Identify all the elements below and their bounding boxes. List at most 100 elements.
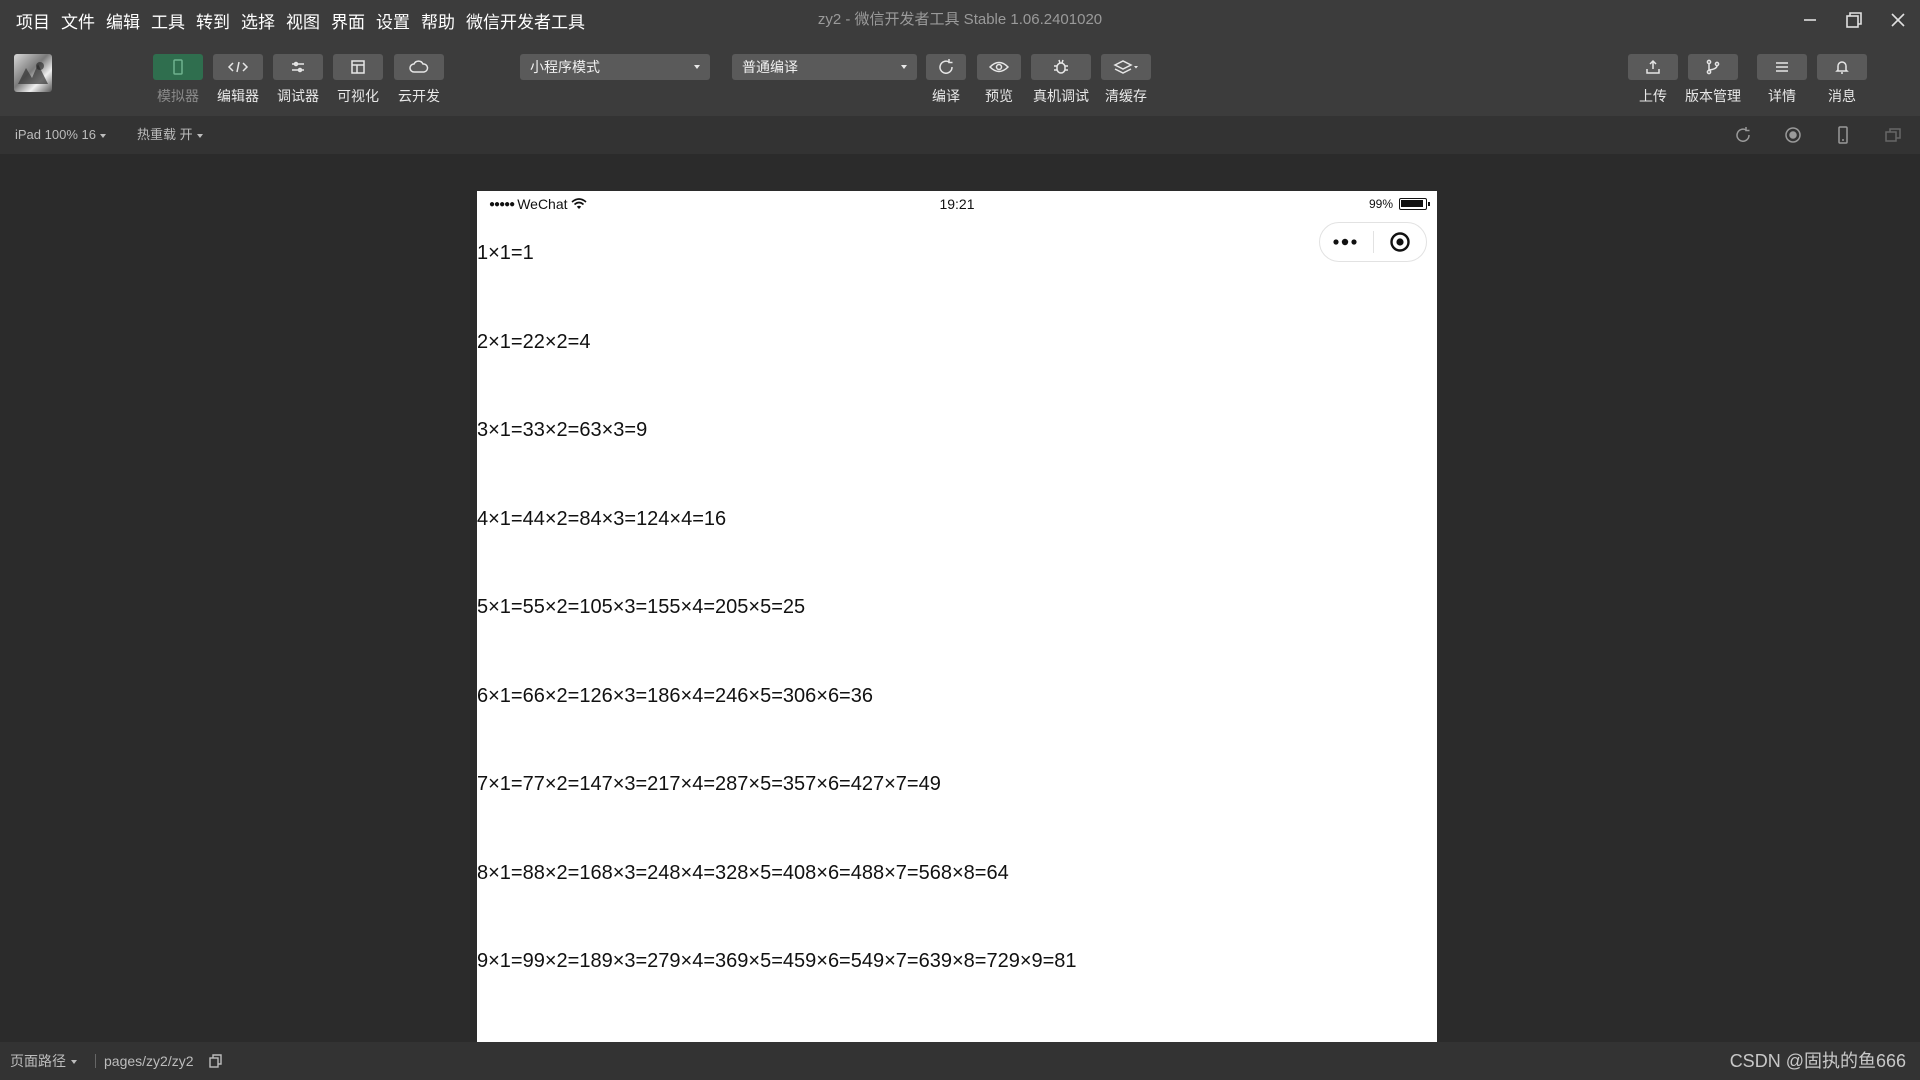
chevron-down-icon [901, 65, 907, 69]
cloud-tool[interactable]: 云开发 [394, 54, 444, 106]
toolbar: 模拟器 编辑器 调试器 可视化 云开发 小程序模式 普通编译 编译 预览 真机调… [0, 40, 1920, 116]
menu-tools[interactable]: 工具 [151, 8, 185, 33]
mode-select-value: 小程序模式 [530, 59, 600, 75]
menu-help[interactable]: 帮助 [421, 8, 455, 33]
simulator-subbar: iPad 100% 16 热重载 开 [0, 116, 1920, 154]
chevron-down-icon [99, 133, 106, 138]
menu-settings[interactable]: 设置 [376, 8, 410, 33]
rotate-button[interactable] [1733, 125, 1753, 145]
rotate-icon [1736, 127, 1750, 142]
csdn-watermark: CSDN @固执的鱼666 [1729, 1051, 1906, 1071]
hot-reload-toggle[interactable]: 热重载 开 [137, 116, 203, 154]
code-icon [227, 61, 249, 73]
menu-interface[interactable]: 界面 [331, 8, 365, 33]
device-frame-button[interactable] [1833, 125, 1853, 145]
restore-button[interactable] [1832, 0, 1876, 40]
mode-select[interactable]: 小程序模式 [520, 54, 710, 80]
clear-cache-tool[interactable]: 清缓存 [1101, 54, 1151, 106]
avatar[interactable] [14, 54, 52, 92]
menu-view[interactable]: 视图 [286, 8, 320, 33]
chevron-down-icon [71, 1060, 77, 1065]
table-row: 7×1=77×2=147×3=217×4=287×5=357×6=427×7=4… [477, 773, 941, 795]
layers-icon [1113, 60, 1138, 74]
menu-edit[interactable]: 编辑 [106, 8, 140, 33]
avatar-image-icon [18, 62, 48, 84]
messages-label: 消息 [1828, 88, 1856, 104]
visual-tool[interactable]: 可视化 [333, 54, 383, 106]
menu-project[interactable]: 项目 [16, 8, 50, 33]
page-path-menu[interactable]: 页面路径 [10, 1042, 77, 1080]
real-debug-label: 真机调试 [1033, 88, 1089, 104]
preview-button[interactable] [977, 54, 1021, 80]
upload-button[interactable] [1628, 54, 1678, 80]
simulator-screen[interactable]: ●●●●● WeChat 19:21 99% 1×1=1 2×1=22×2=4 … [477, 191, 1437, 1043]
version-label: 版本管理 [1685, 88, 1741, 104]
simulator-tool[interactable]: 模拟器 [153, 54, 203, 106]
menu-select[interactable]: 选择 [241, 8, 275, 33]
table-row: 1×1=1 [477, 242, 534, 264]
editor-tool[interactable]: 编辑器 [213, 54, 263, 106]
battery-icon [1399, 198, 1430, 210]
layout-icon [351, 60, 365, 74]
clear-cache-label: 清缓存 [1105, 88, 1147, 104]
compile-label: 编译 [932, 88, 960, 104]
record-button[interactable] [1783, 125, 1803, 145]
messages-tool[interactable]: 消息 [1817, 54, 1867, 106]
cloud-label: 云开发 [398, 88, 440, 104]
editor-button[interactable] [213, 54, 263, 80]
title-bar: 项目 文件 编辑 工具 转到 选择 视图 界面 设置 帮助 微信开发者工具 zy… [0, 0, 1920, 40]
window-copy-icon [1885, 128, 1901, 142]
devtools-window: 项目 文件 编辑 工具 转到 选择 视图 界面 设置 帮助 微信开发者工具 zy… [0, 0, 1920, 1080]
compile-button[interactable] [926, 54, 966, 80]
phone-icon [1838, 126, 1848, 144]
restore-icon [1846, 12, 1862, 28]
device-select[interactable]: iPad 100% 16 [15, 116, 106, 154]
bell-icon [1835, 61, 1849, 74]
bug-icon [1054, 59, 1068, 74]
close-icon [1891, 13, 1905, 27]
clear-cache-button[interactable] [1101, 54, 1151, 80]
details-button[interactable] [1757, 54, 1807, 80]
bottom-status-bar: 页面路径 pages/zy2/zy2 CSDN @固执的鱼666 [0, 1042, 1920, 1080]
minimize-button[interactable] [1788, 0, 1832, 40]
copy-path-button[interactable] [208, 1053, 224, 1069]
menu-goto[interactable]: 转到 [196, 8, 230, 33]
table-row: 8×1=88×2=168×3=248×4=328×5=408×6=488×7=5… [477, 861, 1009, 884]
version-tool[interactable]: 版本管理 [1685, 54, 1741, 106]
debugger-tool[interactable]: 调试器 [273, 54, 323, 106]
sliders-icon [292, 61, 304, 73]
hot-reload-value: 热重载 开 [137, 127, 193, 142]
simulator-workspace: ●●●●● WeChat 19:21 99% 1×1=1 2×1=22×2=4 … [0, 154, 1920, 1043]
preview-tool[interactable]: 预览 [977, 54, 1021, 106]
copy-icon [209, 1054, 222, 1068]
table-row: 6×1=66×2=126×3=186×4=246×5=306×6=36 [477, 684, 873, 707]
simulator-button[interactable] [153, 54, 203, 80]
menu-bar: 项目 文件 编辑 工具 转到 选择 视图 界面 设置 帮助 微信开发者工具 [0, 0, 596, 40]
compile-tool[interactable]: 编译 [926, 54, 966, 106]
cloud-button[interactable] [394, 54, 444, 80]
chevron-down-icon [694, 65, 700, 69]
table-row: 9×1=99×2=189×3=279×4=369×5=459×6=549×7=6… [477, 950, 1077, 972]
chevron-down-icon [196, 133, 203, 138]
phone-icon [173, 59, 183, 75]
page-path-value: pages/zy2/zy2 [104, 1053, 194, 1069]
menu-file[interactable]: 文件 [61, 8, 95, 33]
page-path-label: 页面路径 [10, 1053, 66, 1069]
menu-wechat-devtools[interactable]: 微信开发者工具 [466, 8, 585, 33]
compile-mode-value: 普通编译 [742, 59, 798, 75]
preview-label: 预览 [985, 88, 1013, 104]
branch-icon [1706, 59, 1720, 75]
debugger-button[interactable] [273, 54, 323, 80]
close-button[interactable] [1876, 0, 1920, 40]
real-debug-button[interactable] [1031, 54, 1091, 80]
visual-button[interactable] [333, 54, 383, 80]
compile-mode-select[interactable]: 普通编译 [732, 54, 917, 80]
upload-tool[interactable]: 上传 [1628, 54, 1678, 106]
details-tool[interactable]: 详情 [1757, 54, 1807, 106]
version-button[interactable] [1688, 54, 1738, 80]
real-debug-tool[interactable]: 真机调试 [1031, 54, 1091, 106]
detach-window-button[interactable] [1883, 125, 1903, 145]
eye-icon [989, 61, 1009, 73]
messages-button[interactable] [1817, 54, 1867, 80]
battery-info: 99% [1369, 197, 1430, 211]
